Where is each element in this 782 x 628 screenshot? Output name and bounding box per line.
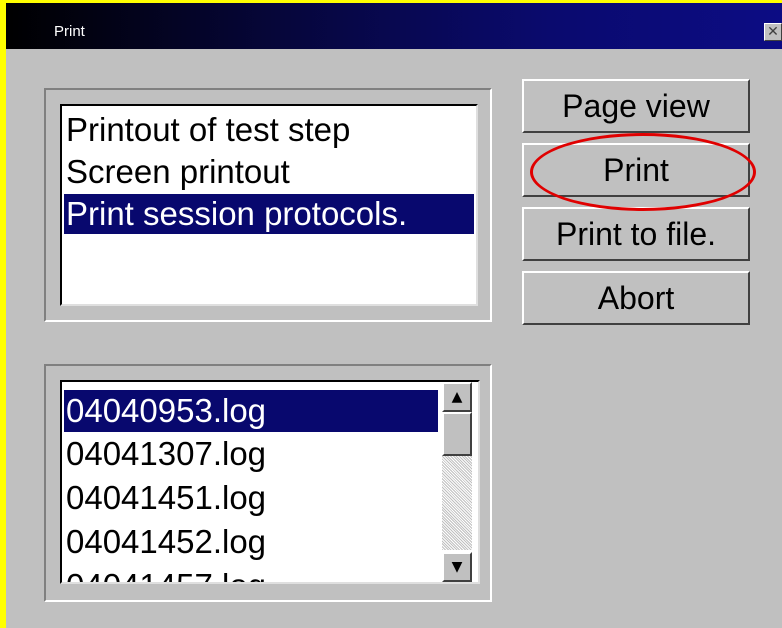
highlight-ring [530, 133, 756, 211]
scroll-up-icon[interactable]: ▲ [442, 382, 472, 412]
log-file-list[interactable]: 04040953.log 04041307.log 04041451.log 0… [60, 380, 480, 584]
window-title: Print [54, 23, 85, 40]
print-type-list[interactable]: Printout of test step Screen printout Pr… [60, 104, 478, 306]
scroll-down-icon[interactable]: ▼ [442, 552, 472, 582]
print-dialog: Print ✕ Printout of test step Screen pri… [6, 3, 782, 628]
log-file-group: 04040953.log 04041307.log 04041451.log 0… [44, 364, 492, 602]
list-item[interactable]: 04041451.log [66, 478, 266, 518]
list-item[interactable]: Printout of test step [66, 110, 350, 150]
close-icon[interactable]: ✕ [764, 23, 782, 41]
log-list-scrollbar[interactable]: ▲ ▼ [442, 382, 472, 582]
abort-button[interactable]: Abort [522, 271, 750, 325]
page-view-button[interactable]: Page view [522, 79, 750, 133]
title-bar[interactable]: Print ✕ [6, 3, 782, 49]
list-item[interactable]: 04041457.log [66, 566, 266, 582]
list-item[interactable]: Screen printout [66, 152, 290, 192]
list-item-selected[interactable]: 04040953.log [64, 390, 438, 432]
list-item-selected[interactable]: Print session protocols. [64, 194, 474, 234]
print-type-group: Printout of test step Screen printout Pr… [44, 88, 492, 322]
list-item[interactable]: 04041307.log [66, 434, 266, 474]
list-item[interactable]: 04041452.log [66, 522, 266, 562]
print-to-file-button[interactable]: Print to file. [522, 207, 750, 261]
scroll-thumb[interactable] [442, 412, 472, 456]
